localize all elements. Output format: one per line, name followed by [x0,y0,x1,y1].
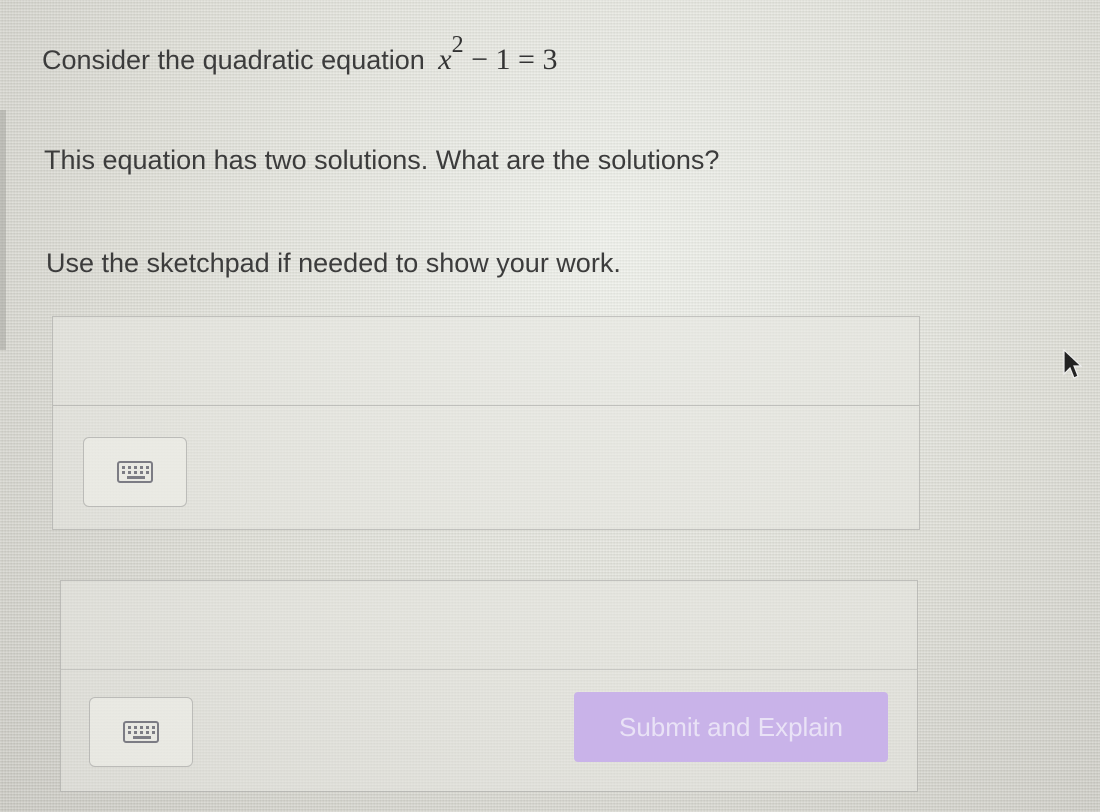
equation: x2 − 1 = 3 [438,32,558,76]
keyboard-button-2[interactable] [89,697,193,767]
keyboard-button-1[interactable] [83,437,187,507]
question-prefix: Consider the quadratic equation [42,45,425,75]
answer-box-1 [52,316,920,530]
submit-and-explain-button[interactable]: Submit and Explain [574,692,888,762]
prompt-text: This equation has two solutions. What ar… [44,145,720,175]
window-edge [0,110,6,350]
answer-input-1[interactable] [53,317,919,406]
equation-rest: − 1 = 3 [463,43,558,76]
keyboard-icon [123,721,159,743]
instruction-text: Use the sketchpad if needed to show your… [46,248,621,278]
question-text: Consider the quadratic equation x2 − 1 =… [42,32,558,77]
equation-variable: x [438,43,452,76]
mouse-pointer-icon [1063,348,1082,379]
answer-input-2[interactable] [61,581,917,670]
equation-exponent: 2 [451,32,464,58]
keyboard-icon [117,461,153,483]
